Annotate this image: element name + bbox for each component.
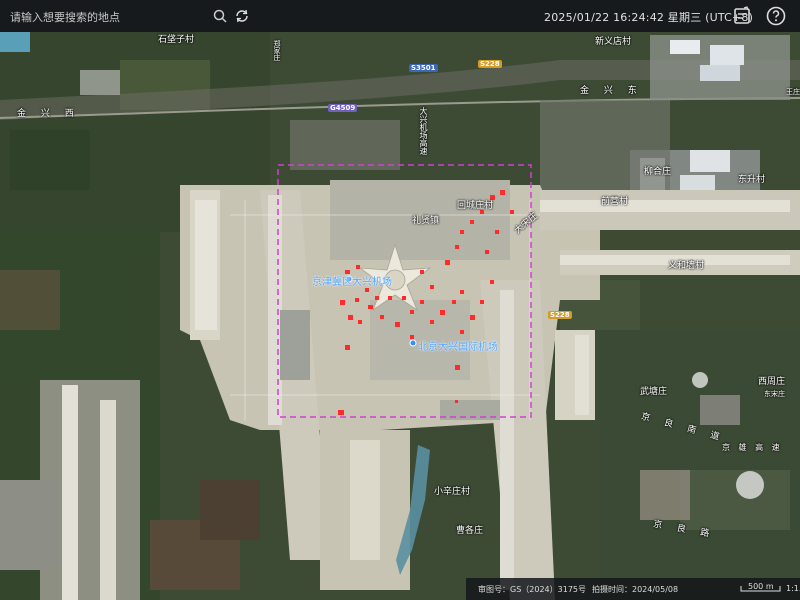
help-button[interactable] bbox=[764, 4, 788, 28]
place-label: 前营村 bbox=[601, 197, 629, 207]
place-label: 义和墙村 bbox=[668, 261, 705, 271]
place-label: 王庄 bbox=[786, 88, 800, 96]
road-label: 金 兴 西 bbox=[17, 109, 80, 119]
scale-label: 500 m bbox=[748, 582, 774, 591]
refresh-icon[interactable] bbox=[234, 8, 250, 24]
map-footer: 审图号：GS（2024）3175号 拍摄时间：2024/05/08 500 m … bbox=[466, 578, 800, 600]
search-input[interactable] bbox=[8, 6, 212, 28]
poi-label[interactable]: 北京大兴国际机场 bbox=[418, 338, 498, 353]
road-label: 金 兴 东 bbox=[580, 86, 643, 96]
satellite-map[interactable]: 石垡子村 新义店村 郑家庄 礼贤镇 柳合庄 前营村 东升村 回城庄村 大宋庄 义… bbox=[0, 32, 800, 600]
place-label: 新义店村 bbox=[595, 37, 632, 47]
road-label: 京 雄 高 速 bbox=[722, 443, 783, 452]
highway-shield: S228 bbox=[548, 311, 572, 319]
report-button[interactable] bbox=[730, 4, 754, 28]
highway-shield: S3501 bbox=[409, 64, 438, 72]
place-label: 西周庄 bbox=[758, 377, 786, 387]
place-label: 礼贤镇 bbox=[412, 216, 440, 226]
zoom-ratio: 1:1.6 bbox=[786, 584, 800, 593]
current-datetime: 2025/01/22 16:24:42 星期三 (UTC+8) bbox=[544, 11, 754, 24]
highway-shield: S228 bbox=[478, 60, 502, 68]
road-label: 大兴机场高速 bbox=[419, 107, 428, 155]
search-box bbox=[0, 0, 248, 32]
approval-number: 审图号：GS（2024）3175号 bbox=[478, 585, 586, 594]
place-label: 武塘庄 bbox=[640, 387, 668, 397]
place-label: 柳合庄 bbox=[644, 167, 672, 177]
help-icon bbox=[766, 6, 786, 26]
capture-date: 拍摄时间：2024/05/08 bbox=[592, 585, 679, 594]
report-icon bbox=[734, 6, 750, 24]
place-label: 曹各庄 bbox=[456, 526, 484, 536]
search-icon[interactable] bbox=[212, 8, 228, 24]
place-label: 回城庄村 bbox=[457, 201, 494, 211]
place-label: 郑家庄 bbox=[273, 40, 281, 61]
poi-label[interactable]: 京津冀区大兴机场 bbox=[312, 273, 392, 288]
place-label: 石垡子村 bbox=[158, 35, 195, 45]
map-imagery bbox=[0, 32, 800, 600]
place-label: 东升村 bbox=[738, 175, 766, 185]
top-bar: 2025/01/22 16:24:42 星期三 (UTC+8) bbox=[0, 0, 800, 32]
place-label: 东宋庄 bbox=[764, 390, 785, 398]
place-label: 小辛庄村 bbox=[434, 487, 471, 497]
highway-shield: G4509 bbox=[328, 104, 358, 112]
